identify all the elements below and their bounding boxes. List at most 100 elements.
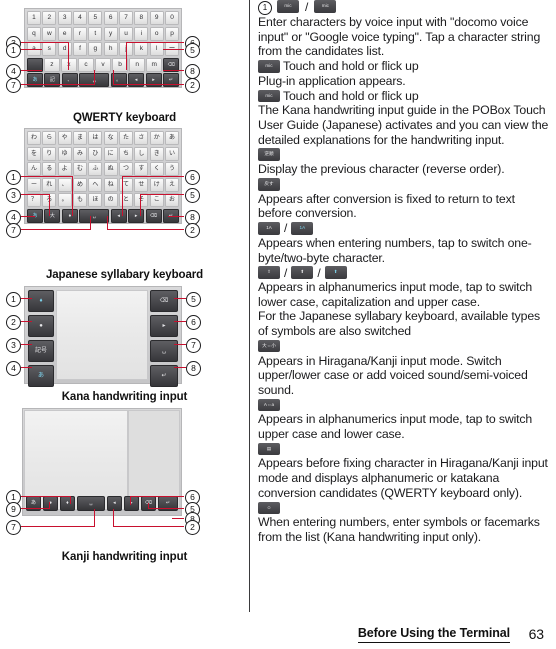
- callout-7: 7: [186, 338, 201, 353]
- key[interactable]: e: [57, 26, 72, 41]
- key[interactable]: 7: [119, 11, 133, 25]
- key[interactable]: 8: [134, 11, 149, 25]
- key[interactable]: ぬ: [103, 162, 118, 176]
- key[interactable]: w: [42, 26, 57, 41]
- key[interactable]: k: [134, 42, 149, 56]
- key[interactable]: き: [149, 146, 164, 161]
- key[interactable]: さ: [134, 131, 149, 145]
- key[interactable]: ー: [27, 177, 41, 192]
- key[interactable]: に: [103, 146, 118, 161]
- key-arrow-left[interactable]: ◂: [106, 496, 122, 511]
- undo-conversion-icon: 戻す: [258, 178, 280, 191]
- key[interactable]: も: [73, 193, 87, 207]
- key-arrow-right[interactable]: ▸: [128, 208, 145, 223]
- key[interactable]: 4: [73, 11, 87, 25]
- key[interactable]: ま: [73, 131, 87, 145]
- key[interactable]: わ: [27, 131, 41, 145]
- key[interactable]: ふ: [88, 162, 103, 176]
- leader-line: [49, 502, 51, 509]
- key[interactable]: け: [149, 177, 164, 192]
- handwriting-canvas[interactable]: [56, 290, 148, 380]
- key[interactable]: ん: [27, 162, 41, 176]
- key[interactable]: か: [149, 131, 164, 145]
- key[interactable]: は: [88, 131, 103, 145]
- key-space[interactable]: ␣: [76, 496, 105, 511]
- key-space[interactable]: ␣: [79, 208, 110, 223]
- key[interactable]: せ: [134, 177, 149, 192]
- key[interactable]: ひ: [88, 146, 103, 161]
- key-voice-input[interactable]: ♦: [28, 290, 54, 312]
- key[interactable]: u: [119, 26, 133, 41]
- key[interactable]: す: [134, 162, 149, 176]
- key[interactable]: ゆ: [57, 146, 72, 161]
- key[interactable]: ね: [103, 177, 118, 192]
- key[interactable]: f: [73, 42, 87, 56]
- key[interactable]: i: [134, 26, 149, 41]
- key[interactable]: y: [103, 26, 118, 41]
- key[interactable]: l: [149, 42, 164, 56]
- key[interactable]: や: [57, 131, 72, 145]
- key[interactable]: 1: [27, 11, 41, 25]
- key[interactable]: え: [165, 177, 179, 192]
- key[interactable]: 3: [57, 11, 72, 25]
- leader-line: [148, 508, 184, 510]
- key-symbol-list[interactable]: ●: [28, 315, 54, 337]
- key[interactable]: り: [42, 146, 57, 161]
- key[interactable]: む: [73, 162, 87, 176]
- leader-line: [174, 367, 186, 369]
- key-voice-input[interactable]: ♦: [59, 496, 75, 511]
- key[interactable]: n: [129, 57, 145, 72]
- instruction-touch-hold-1: mic Touch and hold or flick up: [258, 59, 552, 74]
- key[interactable]: 6: [103, 11, 118, 25]
- leader-line: [21, 526, 95, 528]
- key[interactable]: 2: [42, 11, 57, 25]
- key-backspace[interactable]: ⌫: [145, 208, 162, 223]
- key[interactable]: 。: [57, 193, 72, 207]
- key[interactable]: う: [165, 162, 179, 176]
- key[interactable]: み: [73, 146, 87, 161]
- key[interactable]: あ: [165, 131, 179, 145]
- key[interactable]: を: [27, 146, 41, 161]
- leader-line: [130, 496, 132, 505]
- key[interactable]: し: [134, 146, 149, 161]
- key[interactable]: 、: [57, 177, 72, 192]
- key[interactable]: く: [149, 162, 164, 176]
- key[interactable]: へ: [88, 177, 103, 192]
- key[interactable]: 9: [149, 11, 164, 25]
- key[interactable]: め: [73, 177, 87, 192]
- key[interactable]: o: [149, 26, 164, 41]
- callout-1: 1: [6, 43, 21, 58]
- key[interactable]: c: [78, 57, 94, 72]
- key[interactable]: な: [103, 131, 118, 145]
- key[interactable]: の: [103, 193, 118, 207]
- key[interactable]: g: [88, 42, 103, 56]
- key-voice-input[interactable]: ♦: [61, 208, 78, 223]
- key[interactable]: い: [165, 146, 179, 161]
- key[interactable]: よ: [57, 162, 72, 176]
- key[interactable]: た: [119, 131, 133, 145]
- key[interactable]: h: [103, 42, 118, 56]
- handwriting-candidate-panel[interactable]: [128, 410, 180, 510]
- key[interactable]: m: [146, 57, 162, 72]
- key[interactable]: る: [42, 162, 57, 176]
- key-backspace[interactable]: ⌫: [150, 290, 178, 312]
- key[interactable]: t: [88, 26, 103, 41]
- key[interactable]: p: [165, 26, 179, 41]
- key[interactable]: q: [27, 26, 41, 41]
- key[interactable]: v: [95, 57, 111, 72]
- key-case-toggle[interactable]: 大: [44, 208, 61, 223]
- key[interactable]: r: [73, 26, 87, 41]
- key-arrow-left[interactable]: ◂: [110, 208, 127, 223]
- key[interactable]: 0: [165, 11, 179, 25]
- key[interactable]: ほ: [88, 193, 103, 207]
- key[interactable]: つ: [119, 162, 133, 176]
- key[interactable]: れ: [42, 177, 57, 192]
- key[interactable]: z: [44, 57, 60, 72]
- key[interactable]: s: [42, 42, 57, 56]
- handwriting-canvas[interactable]: [24, 410, 128, 510]
- key[interactable]: 5: [88, 11, 103, 25]
- key-arrow-right[interactable]: ▸: [150, 315, 178, 337]
- key[interactable]: d: [57, 42, 72, 56]
- key[interactable]: ら: [42, 131, 57, 145]
- key[interactable]: ち: [119, 146, 133, 161]
